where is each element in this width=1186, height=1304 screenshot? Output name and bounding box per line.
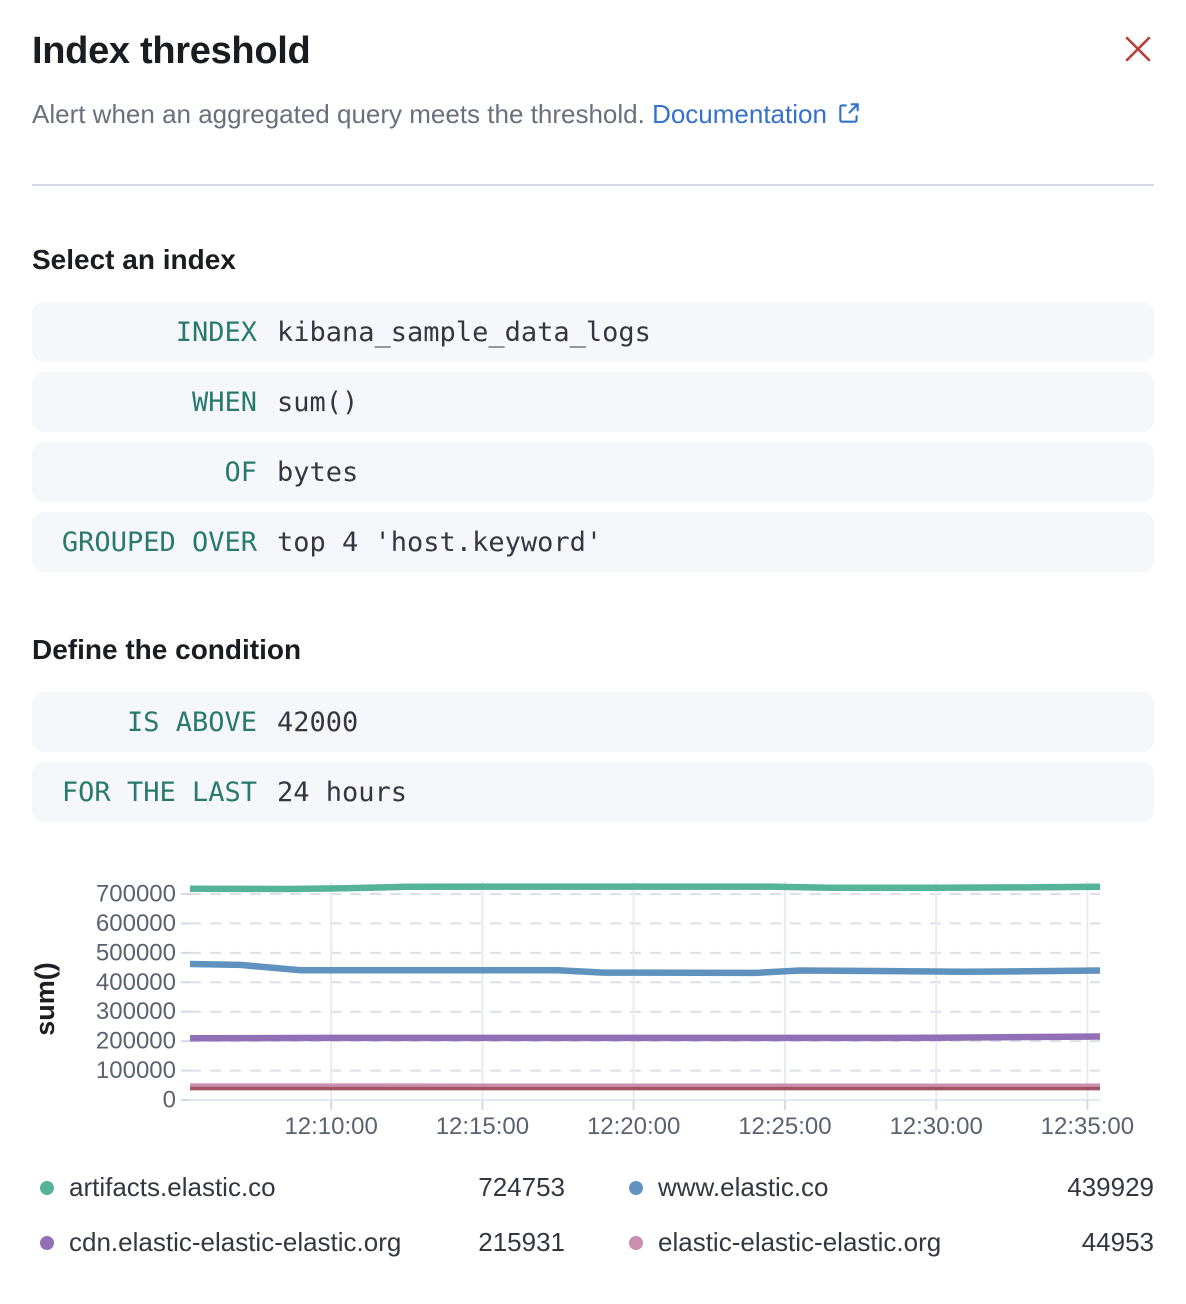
index-threshold-flyout: Index threshold Alert when an aggregated… bbox=[0, 0, 1186, 1258]
select-index-heading: Select an index bbox=[32, 244, 1154, 276]
expression-when[interactable]: WHEN sum() bbox=[32, 372, 1154, 432]
expression-keyword: INDEX bbox=[32, 317, 257, 348]
documentation-link-label: Documentation bbox=[652, 99, 827, 129]
y-tick-label: 700000 bbox=[96, 881, 176, 908]
legend-dot-pink bbox=[629, 1236, 643, 1250]
header-divider bbox=[32, 184, 1154, 186]
series-line bbox=[190, 964, 1100, 973]
expression-for-the-last[interactable]: FOR THE LAST 24 hours bbox=[32, 762, 1154, 822]
legend-label: elastic-elastic-elastic.org bbox=[658, 1227, 1082, 1258]
threshold-preview-chart: sum() 0 100000200000300000 400000500000 600… bbox=[0, 856, 1186, 1156]
x-tick-label: 12:35:00 bbox=[1041, 1113, 1134, 1140]
y-axis-title: sum() bbox=[30, 889, 64, 1109]
chart-legend: artifacts.elastic.co 724753 www.elastic.… bbox=[40, 1172, 1154, 1258]
close-flyout-button[interactable] bbox=[1118, 30, 1158, 70]
y-tick-label: 600000 bbox=[96, 910, 176, 937]
external-link-icon bbox=[836, 100, 862, 135]
expression-is-above[interactable]: IS ABOVE 42000 bbox=[32, 692, 1154, 752]
expression-value: top 4 'host.keyword' bbox=[277, 527, 602, 558]
expression-keyword: FOR THE LAST bbox=[32, 777, 257, 808]
x-tick-label: 12:15:00 bbox=[436, 1113, 529, 1140]
subtitle-text: Alert when an aggregated query meets the… bbox=[32, 99, 645, 129]
expression-value: bytes bbox=[277, 457, 358, 488]
legend-label: www.elastic.co bbox=[658, 1172, 1067, 1203]
define-condition-heading: Define the condition bbox=[32, 634, 1154, 666]
expression-keyword: GROUPED OVER bbox=[32, 527, 257, 558]
legend-dot-green bbox=[40, 1181, 54, 1195]
close-icon bbox=[1123, 34, 1153, 64]
y-tick-label: 200000 bbox=[96, 1028, 176, 1055]
legend-item[interactable]: www.elastic.co 439929 bbox=[629, 1172, 1154, 1203]
legend-value: 215931 bbox=[478, 1227, 565, 1258]
expression-value: 42000 bbox=[277, 707, 358, 738]
condition-expression-list: IS ABOVE 42000 FOR THE LAST 24 hours bbox=[32, 692, 1154, 822]
index-expression-list: INDEX kibana_sample_data_logs WHEN sum()… bbox=[32, 302, 1154, 572]
y-tick-label: 300000 bbox=[96, 999, 176, 1026]
expression-keyword: WHEN bbox=[32, 387, 257, 418]
x-tick-label: 12:25:00 bbox=[738, 1113, 831, 1140]
series-line bbox=[190, 887, 1100, 889]
legend-value: 44953 bbox=[1082, 1227, 1154, 1258]
legend-dot-purple bbox=[40, 1236, 54, 1250]
legend-item[interactable]: elastic-elastic-elastic.org 44953 bbox=[629, 1227, 1154, 1258]
expression-keyword: IS ABOVE bbox=[32, 707, 257, 738]
expression-keyword: OF bbox=[32, 457, 257, 488]
y-tick-label: 0 bbox=[163, 1087, 176, 1114]
legend-value: 439929 bbox=[1067, 1172, 1154, 1203]
expression-value: kibana_sample_data_logs bbox=[277, 317, 651, 348]
flyout-subtitle: Alert when an aggregated query meets the… bbox=[32, 98, 1154, 135]
y-tick-label: 100000 bbox=[96, 1057, 176, 1084]
series-line bbox=[190, 1037, 1100, 1039]
legend-label: cdn.elastic-elastic-elastic.org bbox=[69, 1227, 478, 1258]
y-tick-label: 400000 bbox=[96, 969, 176, 996]
page-title: Index threshold bbox=[32, 28, 1154, 76]
legend-label: artifacts.elastic.co bbox=[69, 1172, 478, 1203]
legend-item[interactable]: artifacts.elastic.co 724753 bbox=[40, 1172, 565, 1203]
legend-value: 724753 bbox=[478, 1172, 565, 1203]
expression-value: 24 hours bbox=[277, 777, 407, 808]
legend-item[interactable]: cdn.elastic-elastic-elastic.org 215931 bbox=[40, 1227, 565, 1258]
expression-of[interactable]: OF bytes bbox=[32, 442, 1154, 502]
threshold-chart-canvas: 0 100000200000300000 400000500000 600000700… bbox=[0, 856, 1186, 1156]
legend-dot-blue bbox=[629, 1181, 643, 1195]
x-tick-label: 12:10:00 bbox=[284, 1113, 377, 1140]
documentation-link[interactable]: Documentation bbox=[652, 99, 862, 129]
x-tick-label: 12:20:00 bbox=[587, 1113, 680, 1140]
x-tick-label: 12:30:00 bbox=[889, 1113, 982, 1140]
expression-index[interactable]: INDEX kibana_sample_data_logs bbox=[32, 302, 1154, 362]
y-tick-label: 500000 bbox=[96, 940, 176, 967]
expression-value: sum() bbox=[277, 387, 358, 418]
expression-grouped-over[interactable]: GROUPED OVER top 4 'host.keyword' bbox=[32, 512, 1154, 572]
